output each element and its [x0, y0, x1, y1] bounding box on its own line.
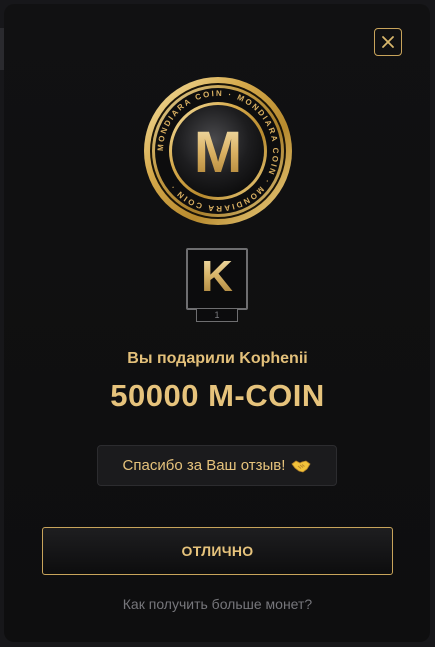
coin-letter: M — [194, 120, 242, 185]
ok-button[interactable]: ОТЛИЧНО — [42, 527, 393, 575]
avatar-letter: K — [201, 252, 233, 301]
handshake-icon — [291, 460, 311, 472]
recipient-avatar: K — [186, 248, 248, 310]
level-badge: 1 — [196, 308, 238, 322]
thanks-text: Спасибо за Ваш отзыв! — [122, 457, 286, 474]
thanks-badge: Спасибо за Ваш отзыв! — [97, 445, 337, 486]
close-button[interactable] — [374, 28, 402, 56]
gift-message: Вы подарили Kophenii — [127, 350, 308, 367]
coin-icon: MONDIARA COIN · MONDIARA COIN · MONDIARA… — [144, 77, 292, 225]
gift-amount: 50000 M-COIN — [110, 378, 325, 413]
how-to-earn-link[interactable]: Как получить больше монет? — [0, 596, 435, 612]
close-icon — [382, 36, 394, 48]
